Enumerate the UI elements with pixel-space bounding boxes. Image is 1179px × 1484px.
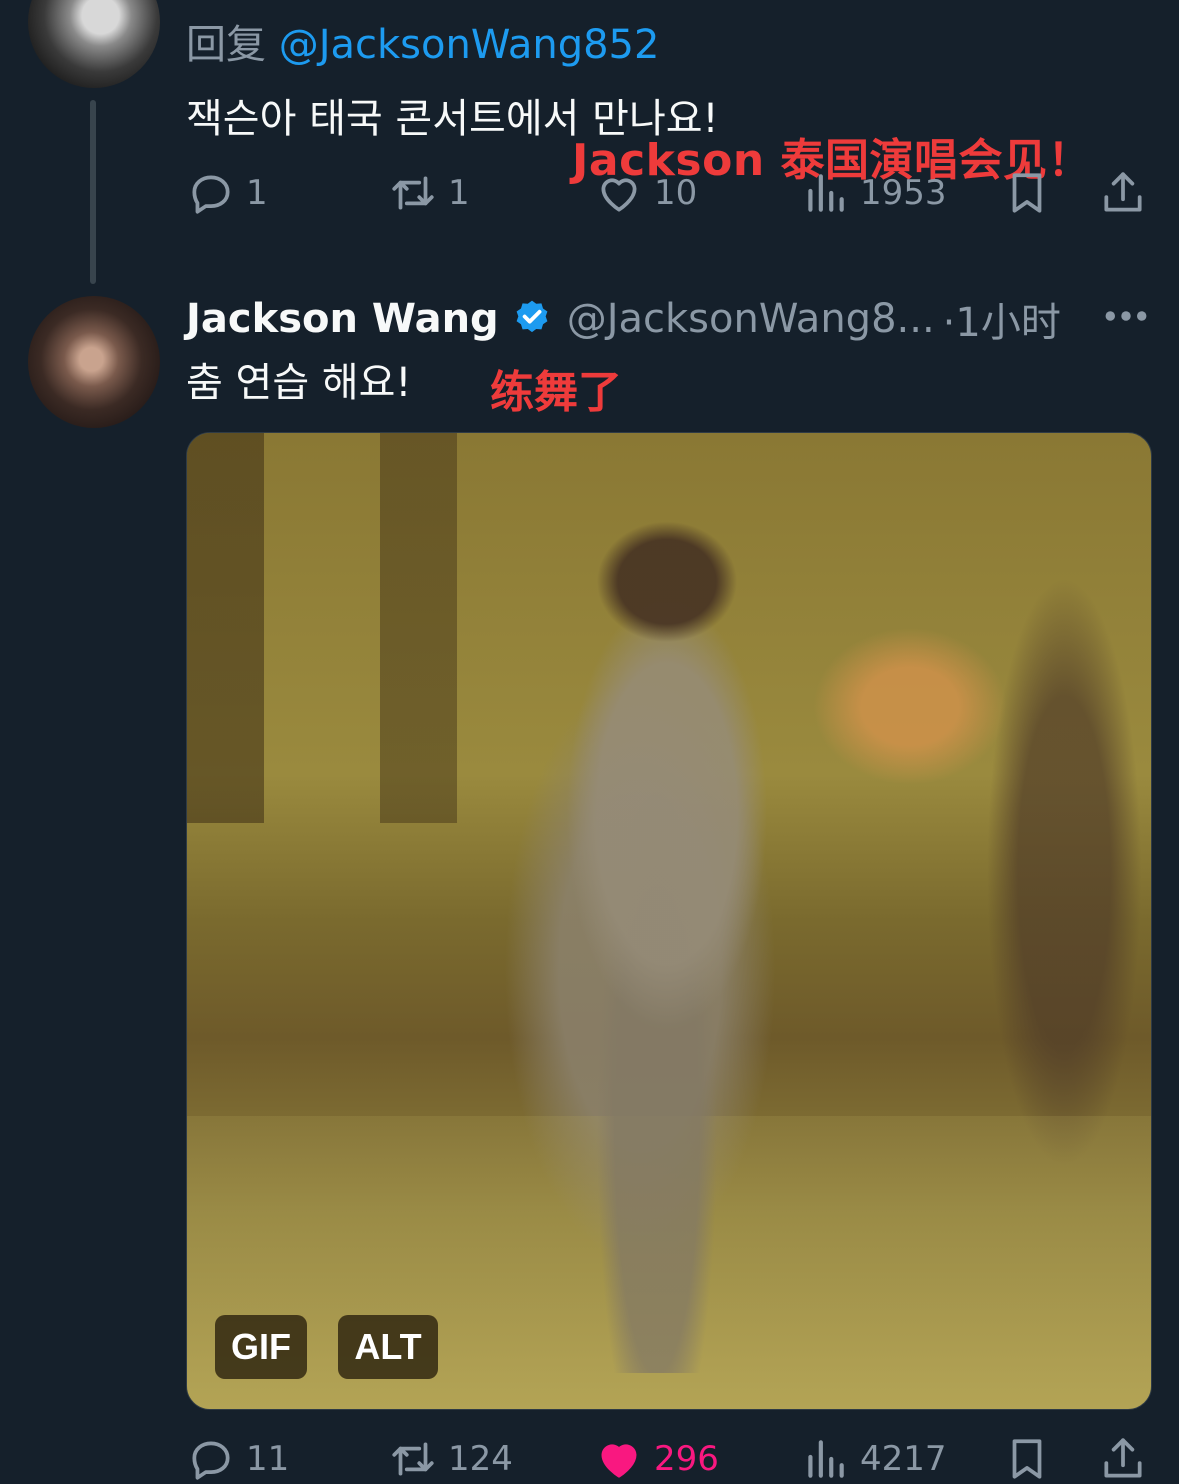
reply-icon xyxy=(192,1441,230,1480)
tweet2-like-button[interactable]: 296 xyxy=(594,1434,719,1484)
views-icon xyxy=(808,1440,844,1478)
verified-badge-icon xyxy=(516,300,548,333)
media-dancer-figure xyxy=(567,513,767,1373)
author-name[interactable]: Jackson Wang xyxy=(186,296,499,342)
like-icon xyxy=(601,1444,637,1478)
tweet1-bookmark-button[interactable] xyxy=(1002,168,1052,218)
tweet-timestamp[interactable]: ·1小时 xyxy=(943,290,1061,348)
retweet-icon xyxy=(392,1442,434,1476)
tweet2-header: Jackson Wang @JacksonWang8... ·1小时 xyxy=(186,290,1061,348)
tweet1-reply-count: 1 xyxy=(246,173,268,213)
tweet2-reply-count: 11 xyxy=(246,1439,290,1479)
reply-to-handle-link[interactable]: @JacksonWang852 xyxy=(279,22,660,68)
share-icon xyxy=(1104,172,1142,212)
author-handle[interactable]: @JacksonWang8... xyxy=(567,296,935,342)
reply-context: 回复 @JacksonWang852 xyxy=(186,12,659,70)
tweet2-text: 춤 연습 해요! xyxy=(186,360,412,406)
share-icon xyxy=(1104,1438,1142,1478)
tweet1-retweet-count: 1 xyxy=(448,173,470,213)
tweet1-share-button[interactable] xyxy=(1098,168,1148,218)
tweet2-view-count: 4217 xyxy=(860,1439,947,1479)
reply-prefix-label: 回复 xyxy=(186,22,266,68)
more-options-button[interactable] xyxy=(1098,296,1154,336)
tweet-media-gif[interactable]: GIF ALT xyxy=(186,432,1152,1410)
gif-badge: GIF xyxy=(215,1315,307,1379)
author-avatar[interactable] xyxy=(28,296,160,428)
tweet2-share-button[interactable] xyxy=(1098,1434,1148,1484)
tweet2-bookmark-button[interactable] xyxy=(1002,1434,1052,1484)
more-icon xyxy=(1105,311,1147,321)
reply-icon xyxy=(192,175,230,214)
views-icon xyxy=(808,174,844,212)
tweet1-views-button[interactable]: 1953 xyxy=(800,168,947,218)
retweet-icon xyxy=(392,176,434,210)
tweet1-like-button[interactable]: 10 xyxy=(594,168,697,218)
tweet1-retweet-button[interactable]: 1 xyxy=(388,168,470,218)
alt-text-button[interactable]: ALT xyxy=(338,1315,438,1379)
bookmark-icon xyxy=(1012,173,1042,213)
bookmark-icon xyxy=(1012,1439,1042,1479)
tweet2-retweet-button[interactable]: 124 xyxy=(388,1434,513,1484)
tweet2-retweet-count: 124 xyxy=(448,1439,513,1479)
tweet2-overlay-caption: 练舞了 xyxy=(490,367,622,418)
tweet2-reply-button[interactable]: 11 xyxy=(186,1434,289,1484)
tweet2-like-count: 296 xyxy=(654,1439,719,1479)
tweet1-like-count: 10 xyxy=(654,173,698,213)
tweet2-views-button[interactable]: 4217 xyxy=(800,1434,947,1484)
tweet1-reply-button[interactable]: 1 xyxy=(186,168,268,218)
reply-author-avatar[interactable] xyxy=(28,0,160,88)
tweet1-view-count: 1953 xyxy=(860,173,947,213)
thread-connector-line xyxy=(90,100,96,284)
like-icon xyxy=(601,178,637,212)
